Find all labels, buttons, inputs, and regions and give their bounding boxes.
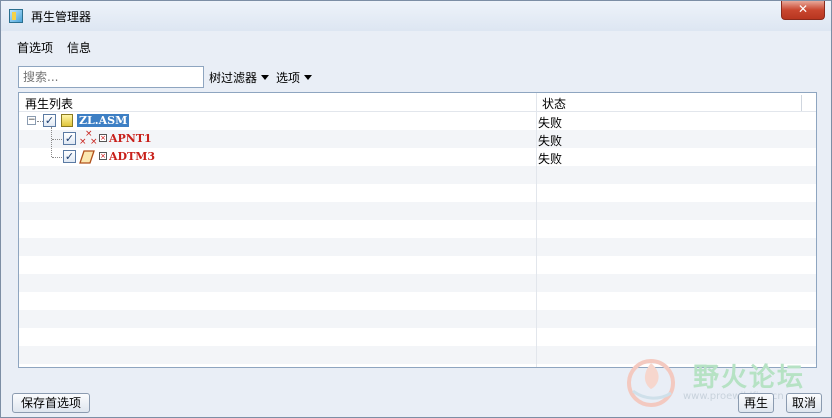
status-cell: 失败 [538, 116, 563, 130]
collapse-icon[interactable]: − [27, 116, 36, 125]
table-row[interactable]: ✓ × ADTM3 失败 [19, 148, 816, 166]
chevron-down-icon [261, 75, 270, 80]
close-button[interactable]: ✕ [781, 1, 825, 20]
tree-filter-label: 树过滤器 [209, 71, 258, 85]
cancel-button[interactable]: 取消 [786, 393, 822, 413]
failed-marker-icon: × [99, 134, 107, 142]
app-icon [9, 9, 23, 23]
empty-row [19, 184, 816, 202]
tree-connector [52, 139, 62, 140]
table-row[interactable]: ✓ × × × × APNT1 失败 [19, 127, 816, 157]
tree-connector [52, 157, 62, 158]
column-header-status[interactable]: 状态 [542, 95, 566, 112]
assembly-icon [61, 114, 73, 127]
options-button[interactable]: 选项 [276, 69, 313, 86]
status-cell: 失败 [538, 152, 563, 166]
empty-row [19, 220, 816, 238]
window-title: 再生管理器 [31, 10, 92, 24]
empty-row [19, 256, 816, 274]
row-checkbox[interactable]: ✓ [63, 150, 76, 163]
datum-point-icon: × × × [79, 129, 98, 147]
tree-node-label[interactable]: APNT1 [109, 132, 152, 145]
chevron-down-icon [304, 75, 313, 80]
save-preferences-button[interactable]: 保存首选项 [12, 393, 90, 413]
failed-marker-icon: × [99, 152, 107, 160]
column-divider [536, 93, 537, 367]
title-bar[interactable]: 再生管理器 ✕ [1, 1, 831, 31]
menu-info[interactable]: 信息 [67, 39, 91, 56]
menu-bar: 首选项 信息 [1, 37, 831, 57]
empty-row [19, 310, 816, 328]
regeneration-manager-window: 再生管理器 ✕ 首选项 信息 树过滤器 选项 再生列表 状态 − ✓ ZL.AS… [0, 0, 832, 418]
table-header: 再生列表 状态 [19, 93, 816, 112]
tree-node-label[interactable]: ADTM3 [109, 150, 155, 163]
watermark-text: 野火论坛 [693, 363, 806, 393]
menu-preferences[interactable]: 首选项 [17, 39, 53, 56]
row-checkbox[interactable]: ✓ [43, 114, 56, 127]
search-input[interactable] [18, 66, 204, 88]
options-label: 选项 [276, 71, 301, 85]
column-header-list[interactable]: 再生列表 [25, 95, 73, 112]
empty-row [19, 238, 816, 256]
status-cell: 失败 [538, 134, 563, 148]
regeneration-list-table: 再生列表 状态 − ✓ ZL.ASM 失败 ✓ × × × × APNT1 失败… [18, 92, 817, 368]
empty-row [19, 292, 816, 310]
tree-filter-button[interactable]: 树过滤器 [209, 69, 270, 86]
flame-logo-icon [627, 359, 675, 407]
empty-row [19, 274, 816, 292]
empty-row [19, 166, 816, 184]
table-row[interactable]: − ✓ ZL.ASM 失败 [19, 112, 816, 130]
empty-row [19, 202, 816, 220]
regenerate-button[interactable]: 再生 [738, 393, 774, 413]
close-icon: ✕ [797, 2, 809, 16]
row-checkbox[interactable]: ✓ [63, 132, 76, 145]
empty-row [19, 328, 816, 346]
datum-plane-icon [79, 150, 95, 164]
column-divider[interactable] [801, 95, 802, 111]
tree-node-label[interactable]: ZL.ASM [77, 114, 130, 127]
